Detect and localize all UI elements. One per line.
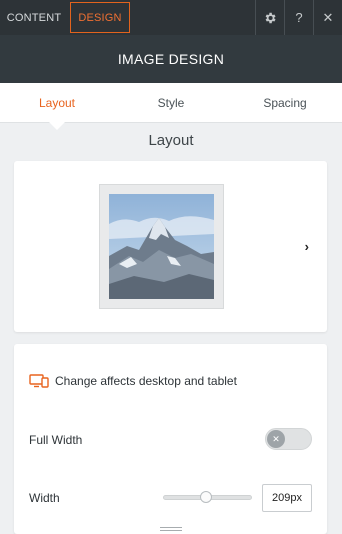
- layout-thumbnail[interactable]: [99, 184, 224, 309]
- full-width-toggle[interactable]: ✕: [265, 428, 312, 450]
- close-button[interactable]: ✕: [313, 0, 342, 35]
- settings-card: Change affects desktop and tablet Full W…: [14, 344, 327, 534]
- device-notice: Change affects desktop and tablet: [29, 374, 237, 388]
- tab-style[interactable]: Style: [114, 83, 228, 122]
- width-label: Width: [29, 491, 60, 505]
- section-title: Layout: [148, 132, 194, 149]
- tab-content[interactable]: CONTENT: [0, 0, 68, 35]
- panel-title: IMAGE DESIGN: [117, 51, 225, 67]
- help-icon: ?: [295, 10, 303, 25]
- close-icon: ✕: [322, 9, 334, 25]
- width-slider-handle[interactable]: [200, 491, 212, 503]
- mountain-image: [109, 194, 214, 299]
- width-input[interactable]: [262, 484, 312, 512]
- next-layout-button[interactable]: ›: [305, 239, 309, 254]
- help-button[interactable]: ?: [284, 0, 313, 35]
- layout-preview-card: ›: [14, 161, 327, 332]
- tab-layout[interactable]: Layout: [0, 83, 114, 130]
- chevron-right-icon: ›: [304, 239, 309, 254]
- desktop-tablet-icon: [29, 374, 49, 388]
- resize-grip[interactable]: [160, 527, 182, 533]
- panel-header: IMAGE DESIGN: [0, 35, 342, 83]
- sub-tab-bar: Layout Style Spacing: [0, 83, 342, 130]
- toggle-off-icon: ✕: [267, 430, 285, 448]
- tab-spacing[interactable]: Spacing: [228, 83, 342, 122]
- device-notice-text: Change affects desktop and tablet: [55, 374, 237, 388]
- settings-button[interactable]: [255, 0, 284, 35]
- tab-design[interactable]: DESIGN: [70, 2, 130, 33]
- full-width-label: Full Width: [29, 433, 83, 447]
- width-slider[interactable]: [163, 491, 252, 503]
- gear-icon: [265, 12, 276, 23]
- top-tab-bar: CONTENT DESIGN ? ✕: [0, 0, 342, 35]
